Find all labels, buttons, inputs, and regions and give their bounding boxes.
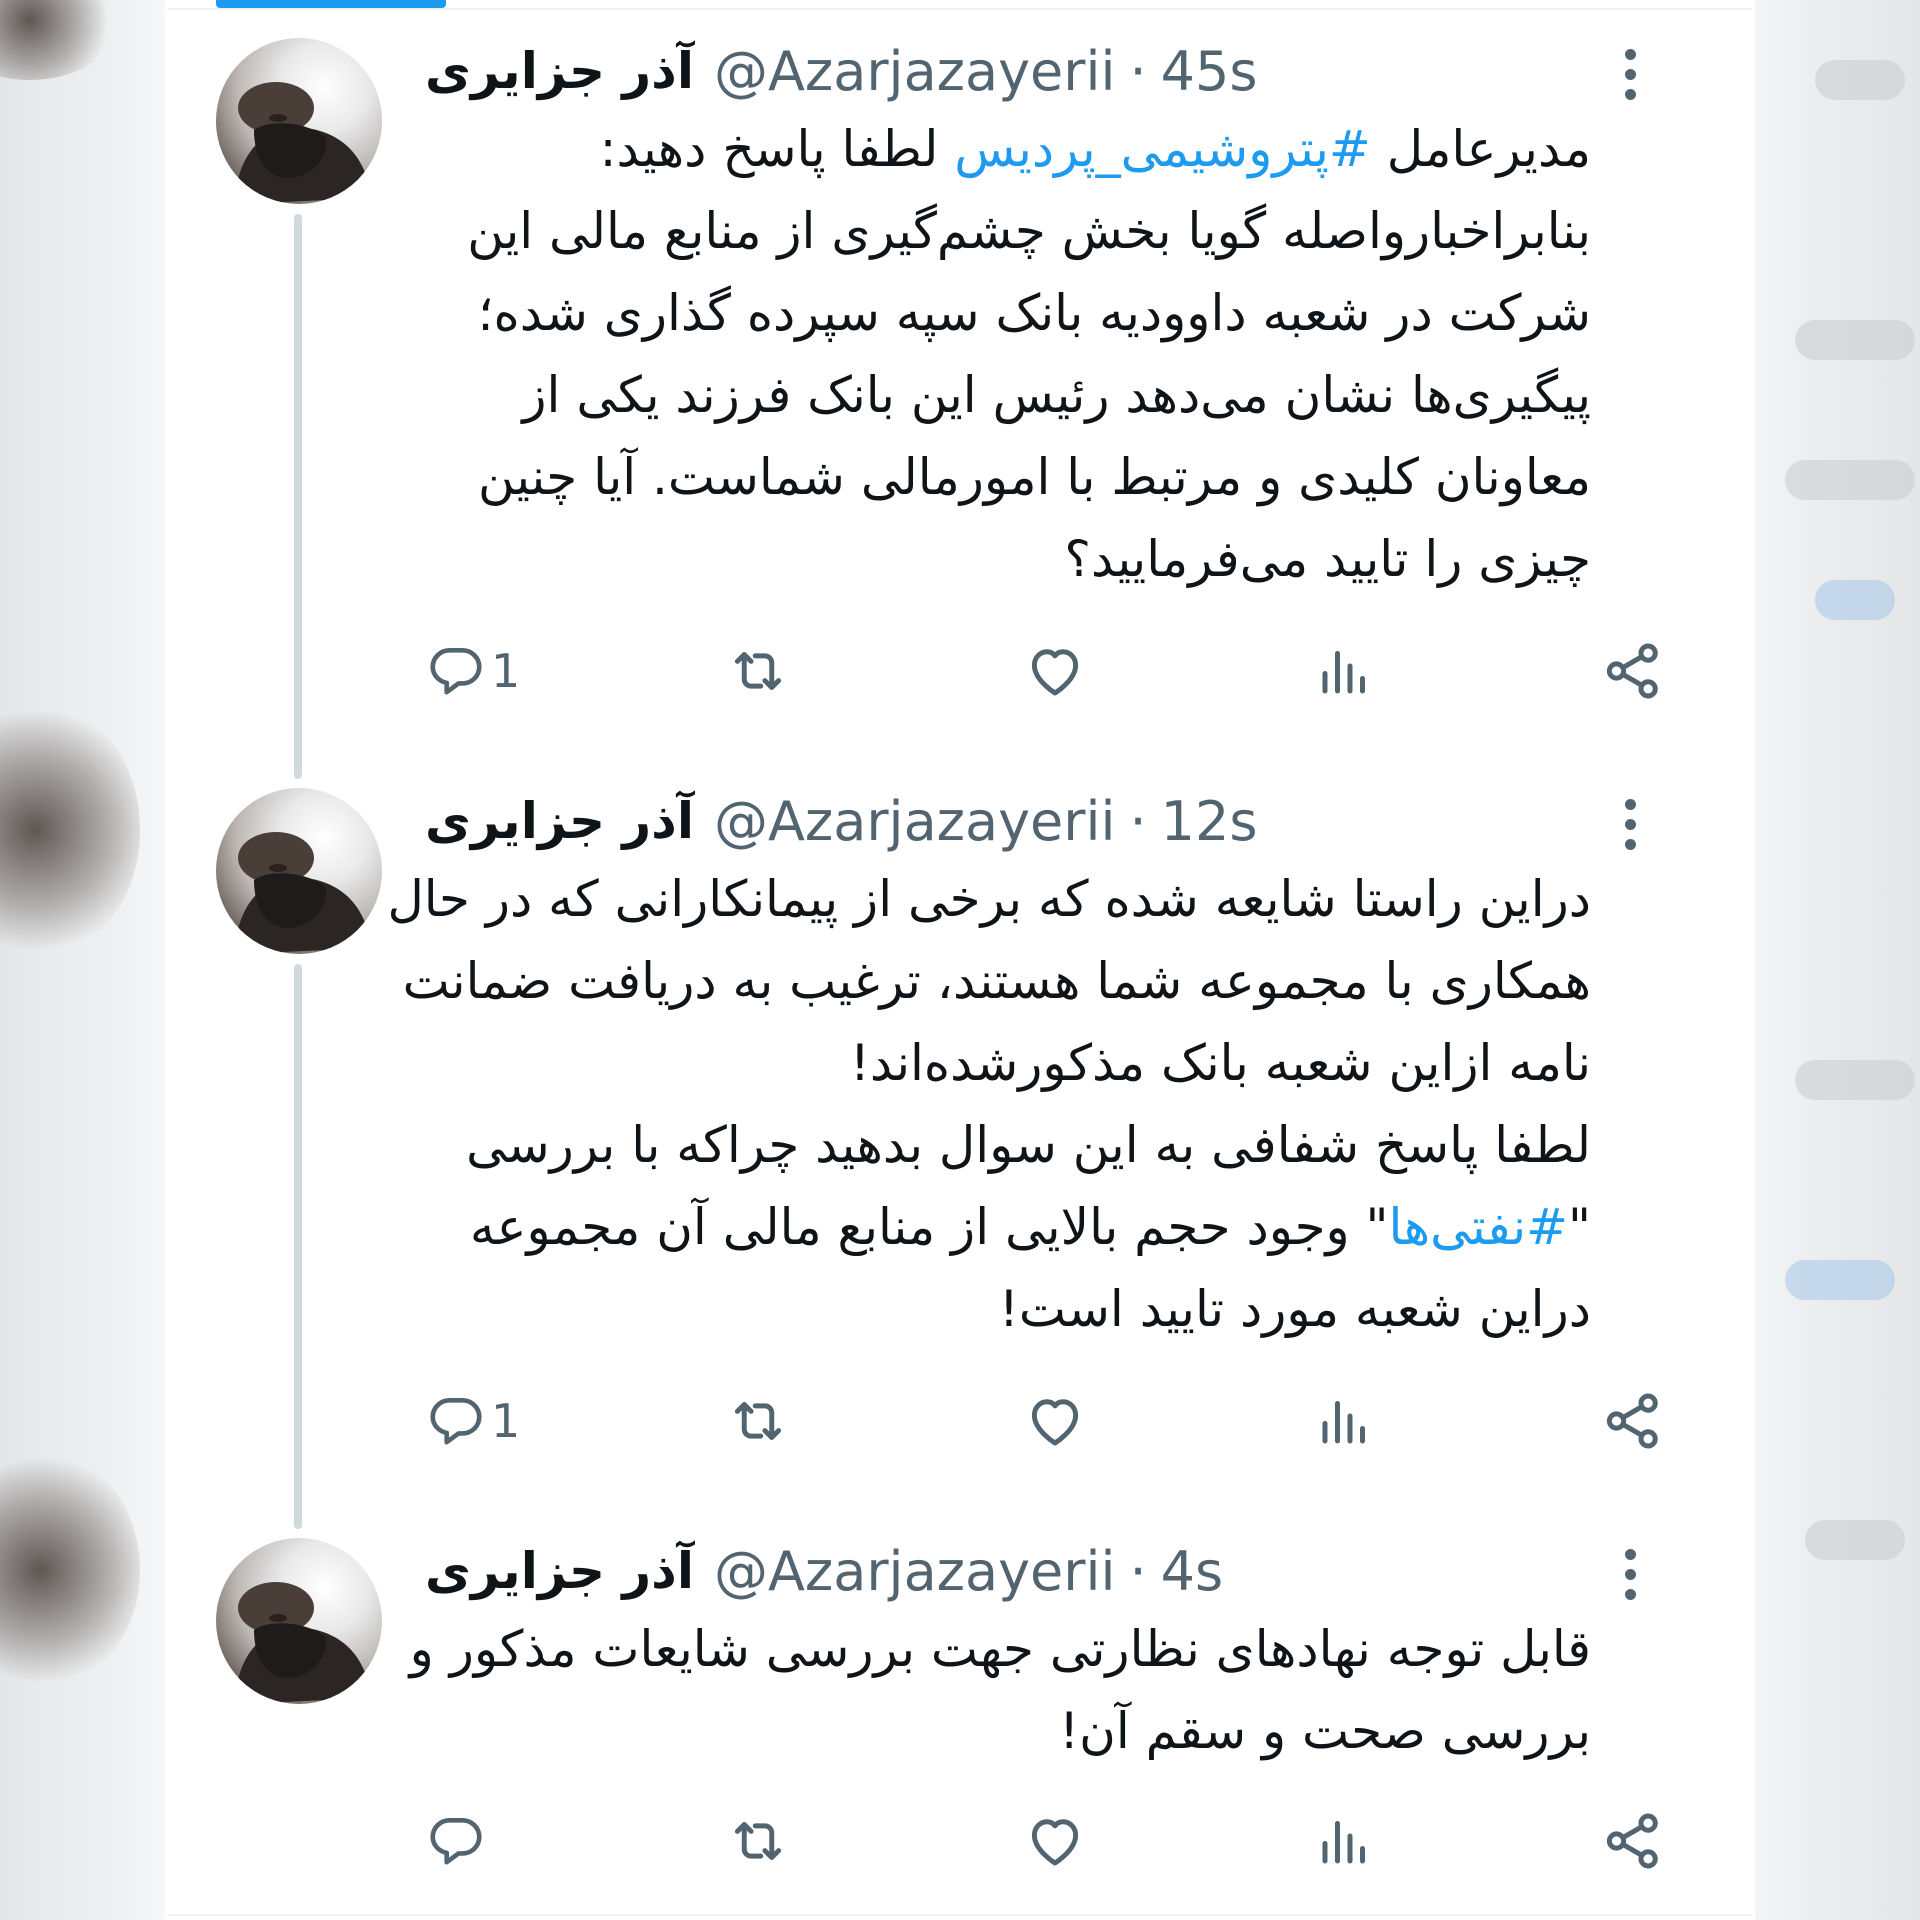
heart-icon [1022,638,1088,704]
views-button[interactable] [1315,1386,1375,1456]
action-bar [425,1806,1658,1876]
display-name[interactable]: آذر جزایری [425,792,694,850]
more-vertical-icon[interactable] [1623,49,1639,109]
retweet-icon [725,638,791,704]
blurred-left-margin [0,0,165,1920]
top-divider [167,8,1753,10]
reply-icon [425,1390,487,1452]
more-vertical-icon[interactable] [1623,1549,1639,1609]
tweet-header: آذر جزایری @Azarjazayerii · 45s [425,36,1565,106]
tweet-line: شرکت در شعبه داوودیه بانک سپه سپرده گذار… [477,284,1591,342]
retweet-button[interactable] [725,1806,791,1876]
views-icon [1315,1808,1375,1874]
tweet-line: پیگیری‌ها نشان می‌دهد رئیس این بانک فرزن… [522,366,1591,424]
user-handle[interactable]: @Azarjazayerii [714,40,1116,103]
tweet-line: لطفا پاسخ شفافی به این سوال بدهید چراکه … [466,1116,1591,1174]
reply-count: 1 [491,644,521,698]
display-name[interactable]: آذر جزایری [425,42,694,100]
share-button[interactable] [1600,1806,1666,1876]
reply-button[interactable] [425,1806,491,1876]
tweet-text: مدیرعامل #پتروشیمی_پردیس لطفا پاسخ دهید:… [291,108,1591,600]
tweet-line: معاونان کلیدی و مرتبط با امورمالی شماست.… [478,448,1591,506]
tweet-line: بنابراخبارواصله گویا بخش چشم‌گیری از منا… [467,202,1591,260]
heart-icon [1022,1388,1088,1454]
user-handle[interactable]: @Azarjazayerii [714,790,1116,853]
action-bar: 1 [425,1386,1658,1456]
timestamp[interactable]: 45s [1161,40,1258,103]
reply-icon [425,1810,487,1872]
reply-button[interactable]: 1 [425,1386,520,1456]
views-icon [1315,1388,1375,1454]
share-icon [1600,1388,1666,1454]
timestamp[interactable]: 12s [1161,790,1258,853]
share-icon [1600,1808,1666,1874]
views-button[interactable] [1315,636,1375,706]
timestamp[interactable]: 4s [1161,1540,1224,1603]
more-vertical-icon[interactable] [1623,799,1639,859]
tweet-line: مدیرعامل #پتروشیمی_پردیس لطفا پاسخ دهید: [599,120,1591,178]
retweet-icon [725,1388,791,1454]
bottom-divider [167,1914,1753,1916]
heart-icon [1022,1808,1088,1874]
views-button[interactable] [1315,1806,1375,1876]
tweet-line: بررسی صحت و سقم آن! [1059,1702,1591,1760]
active-tab-indicator [216,0,446,8]
tweet-line: همکاری با مجموعه شما هستند، ترغیب به دری… [402,952,1591,1010]
timeline-column: آذر جزایری @Azarjazayerii · 45s مدیرعامل… [167,0,1753,1920]
user-handle[interactable]: @Azarjazayerii [714,1540,1116,1603]
share-button[interactable] [1600,636,1666,706]
hashtag-link[interactable]: #نفتی‌ها [1389,1198,1568,1256]
separator: · [1129,789,1147,853]
share-button[interactable] [1600,1386,1666,1456]
like-button[interactable] [1022,1806,1088,1876]
tweet-line: دراین راستا شایعه شده که برخی از پیمانکا… [387,870,1591,928]
retweet-button[interactable] [725,636,791,706]
tweet-line: نامه ازاین شعبه بانک مذکورشده‌اند! [849,1034,1591,1092]
reply-button[interactable]: 1 [425,636,520,706]
tweet-line: "#نفتی‌ها" وجود حجم بالایی از منابع مالی… [469,1198,1591,1256]
tweet-text: قابل توجه نهادهای نظارتی جهت بررسی شایعا… [291,1608,1591,1772]
action-bar: 1 [425,636,1658,706]
hashtag-link[interactable]: #پتروشیمی_پردیس [954,120,1371,178]
display-name[interactable]: آذر جزایری [425,1542,694,1600]
views-icon [1315,638,1375,704]
like-button[interactable] [1022,1386,1088,1456]
tweet-header: آذر جزایری @Azarjazayerii · 12s [425,786,1565,856]
separator: · [1129,1539,1147,1603]
retweet-button[interactable] [725,1386,791,1456]
tweet-line: قابل توجه نهادهای نظارتی جهت بررسی شایعا… [409,1620,1591,1678]
blurred-right-margin [1755,0,1920,1920]
reply-count: 1 [491,1394,521,1448]
reply-icon [425,640,487,702]
retweet-icon [725,1808,791,1874]
tweet-header: آذر جزایری @Azarjazayerii · 4s [425,1536,1565,1606]
tweet-line: چیزی را تایید می‌فرمایید؟ [1064,530,1591,588]
share-icon [1600,638,1666,704]
tweet-text: دراین راستا شایعه شده که برخی از پیمانکا… [291,858,1591,1350]
tweet-line: دراین شعبه مورد تایید است! [998,1280,1591,1338]
like-button[interactable] [1022,636,1088,706]
separator: · [1129,39,1147,103]
